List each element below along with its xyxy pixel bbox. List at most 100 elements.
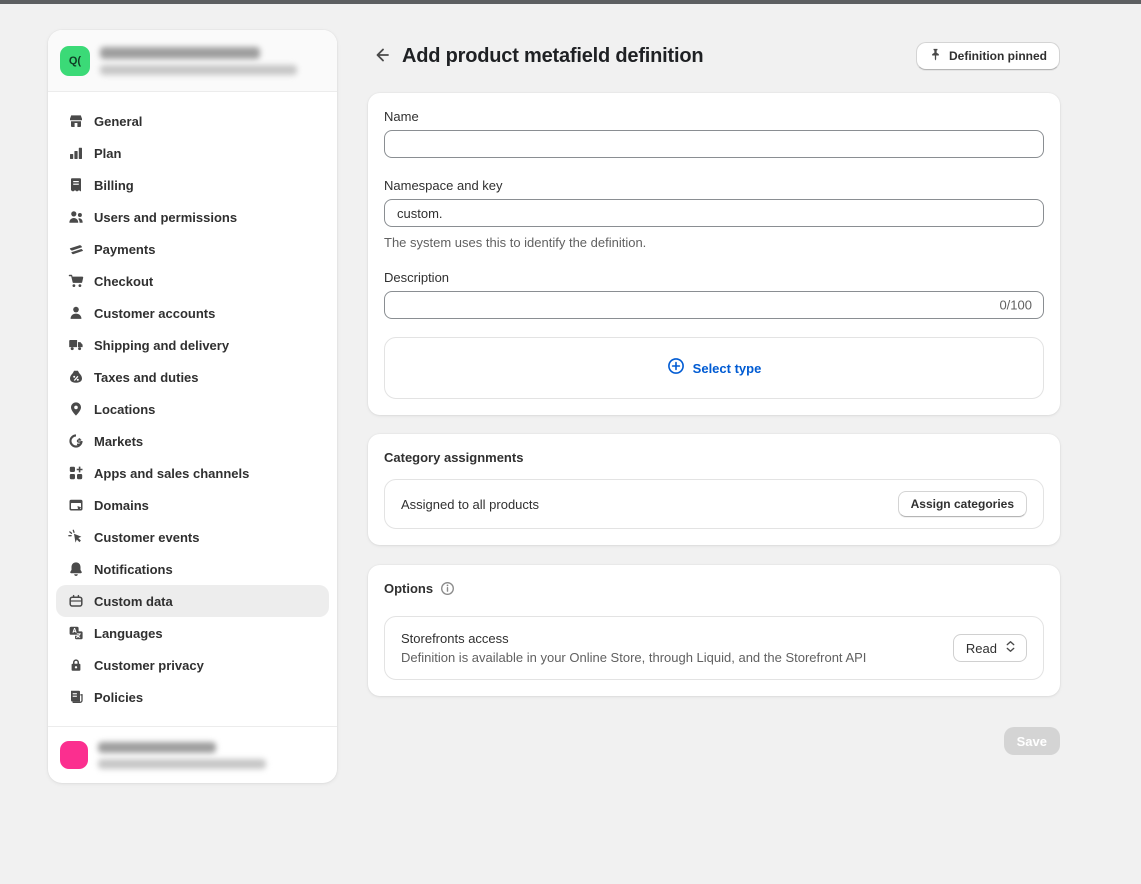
name-field-group: Name xyxy=(384,109,1044,158)
sidebar-item-label: Shipping and delivery xyxy=(94,338,229,353)
description-input[interactable] xyxy=(384,291,1044,319)
category-status-text: Assigned to all products xyxy=(401,497,539,512)
assign-categories-button[interactable]: Assign categories xyxy=(898,491,1027,517)
sidebar-item-label: Policies xyxy=(94,690,143,705)
sidebar-item-customer-accounts[interactable]: Customer accounts xyxy=(56,297,329,329)
data-box-icon xyxy=(68,593,84,609)
sidebar-nav: General Plan Billing Users and permissions P… xyxy=(48,92,337,726)
sidebar-item-policies[interactable]: Policies xyxy=(56,681,329,713)
definition-form-card: Name Namespace and key The system uses t… xyxy=(368,93,1060,415)
sidebar-item-taxes-and-duties[interactable]: Taxes and duties xyxy=(56,361,329,393)
namespace-help-text: The system uses this to identify the def… xyxy=(384,235,1044,250)
sidebar-item-billing[interactable]: Billing xyxy=(56,169,329,201)
sidebar-item-label: Customer privacy xyxy=(94,658,204,673)
page-header: Add product metafield definition Definit… xyxy=(368,43,1060,69)
page-title: Add product metafield definition xyxy=(402,45,703,68)
store-avatar: Q( xyxy=(60,46,90,76)
sidebar-item-label: Users and permissions xyxy=(94,210,237,225)
user-name-redacted xyxy=(98,742,216,753)
options-heading: Options xyxy=(384,581,433,596)
user-identity xyxy=(98,742,266,769)
sidebar-item-label: Markets xyxy=(94,434,143,449)
sidebar-item-label: Customer events xyxy=(94,530,199,545)
users-icon xyxy=(68,209,84,225)
apps-grid-icon xyxy=(68,465,84,481)
caret-updown-icon xyxy=(1005,640,1016,656)
sidebar-item-languages[interactable]: Languages xyxy=(56,617,329,649)
name-input[interactable] xyxy=(384,130,1044,158)
sidebar-item-label: Taxes and duties xyxy=(94,370,199,385)
bell-icon xyxy=(68,561,84,577)
sidebar-item-label: Languages xyxy=(94,626,163,641)
select-type-label: Select type xyxy=(693,361,762,376)
truck-icon xyxy=(68,337,84,353)
window-top-strip xyxy=(0,0,1141,4)
storefronts-access-select-value: Read xyxy=(966,641,997,656)
sidebar-item-label: General xyxy=(94,114,142,129)
checkout-cart-icon xyxy=(68,273,84,289)
storefronts-access-text: Storefronts access Definition is availab… xyxy=(401,631,866,665)
definition-pinned-label: Definition pinned xyxy=(949,49,1047,63)
billing-icon xyxy=(68,177,84,193)
plus-circle-icon xyxy=(667,357,685,380)
category-assignments-card: Category assignments Assigned to all pro… xyxy=(368,434,1060,545)
store-icon xyxy=(68,113,84,129)
sidebar-item-label: Payments xyxy=(94,242,155,257)
info-icon[interactable] xyxy=(440,581,455,596)
store-domain-redacted xyxy=(100,65,297,75)
user-email-redacted xyxy=(98,759,266,769)
person-icon xyxy=(68,305,84,321)
sidebar-item-notifications[interactable]: Notifications xyxy=(56,553,329,585)
plan-icon xyxy=(68,145,84,161)
sidebar-item-label: Notifications xyxy=(94,562,173,577)
description-field-group: Description 0/100 xyxy=(384,270,1044,319)
save-button[interactable]: Save xyxy=(1004,727,1060,755)
sidebar-item-apps-and-sales-channels[interactable]: Apps and sales channels xyxy=(56,457,329,489)
save-row: Save xyxy=(368,727,1060,755)
namespace-field-group: Namespace and key The system uses this t… xyxy=(384,178,1044,250)
category-assignments-heading: Category assignments xyxy=(384,450,1044,465)
sidebar-item-payments[interactable]: Payments xyxy=(56,233,329,265)
category-assignment-row: Assigned to all products Assign categori… xyxy=(384,479,1044,529)
storefronts-access-description: Definition is available in your Online S… xyxy=(401,650,866,665)
user-account-row xyxy=(48,726,337,783)
sidebar-item-markets[interactable]: Markets xyxy=(56,425,329,457)
sidebar-item-customer-privacy[interactable]: Customer privacy xyxy=(56,649,329,681)
store-identity xyxy=(100,47,297,75)
name-label: Name xyxy=(384,109,1044,124)
sidebar-item-users-and-permissions[interactable]: Users and permissions xyxy=(56,201,329,233)
sidebar-item-domains[interactable]: Domains xyxy=(56,489,329,521)
lock-icon xyxy=(68,657,84,673)
storefronts-access-select[interactable]: Read xyxy=(953,634,1027,662)
namespace-input[interactable] xyxy=(384,199,1044,227)
storefronts-access-title: Storefronts access xyxy=(401,631,866,646)
back-arrow-icon xyxy=(372,46,390,67)
map-pin-icon xyxy=(68,401,84,417)
options-card: Options Storefronts access Definition is… xyxy=(368,565,1060,696)
sidebar-item-label: Custom data xyxy=(94,594,173,609)
cursor-click-icon xyxy=(68,529,84,545)
sidebar-item-label: Customer accounts xyxy=(94,306,215,321)
sidebar-item-customer-events[interactable]: Customer events xyxy=(56,521,329,553)
sidebar-item-plan[interactable]: Plan xyxy=(56,137,329,169)
sidebar-item-shipping-and-delivery[interactable]: Shipping and delivery xyxy=(56,329,329,361)
user-avatar xyxy=(60,741,88,769)
description-char-counter: 0/100 xyxy=(999,298,1032,313)
sidebar-item-checkout[interactable]: Checkout xyxy=(56,265,329,297)
sidebar-item-locations[interactable]: Locations xyxy=(56,393,329,425)
select-type-button[interactable]: Select type xyxy=(384,337,1044,399)
store-header: Q( xyxy=(48,30,337,92)
sidebar-item-general[interactable]: General xyxy=(56,105,329,137)
sidebar-item-label: Billing xyxy=(94,178,134,193)
store-name-redacted xyxy=(100,47,260,59)
browser-window-icon xyxy=(68,497,84,513)
globe-dollar-icon xyxy=(68,433,84,449)
main-content: Add product metafield definition Definit… xyxy=(368,43,1060,755)
pushpin-icon xyxy=(929,48,942,64)
definition-pinned-button[interactable]: Definition pinned xyxy=(916,42,1060,70)
sidebar-item-custom-data[interactable]: Custom data xyxy=(56,585,329,617)
sidebar-item-label: Domains xyxy=(94,498,149,513)
description-label: Description xyxy=(384,270,1044,285)
namespace-label: Namespace and key xyxy=(384,178,1044,193)
back-button[interactable] xyxy=(368,43,394,69)
